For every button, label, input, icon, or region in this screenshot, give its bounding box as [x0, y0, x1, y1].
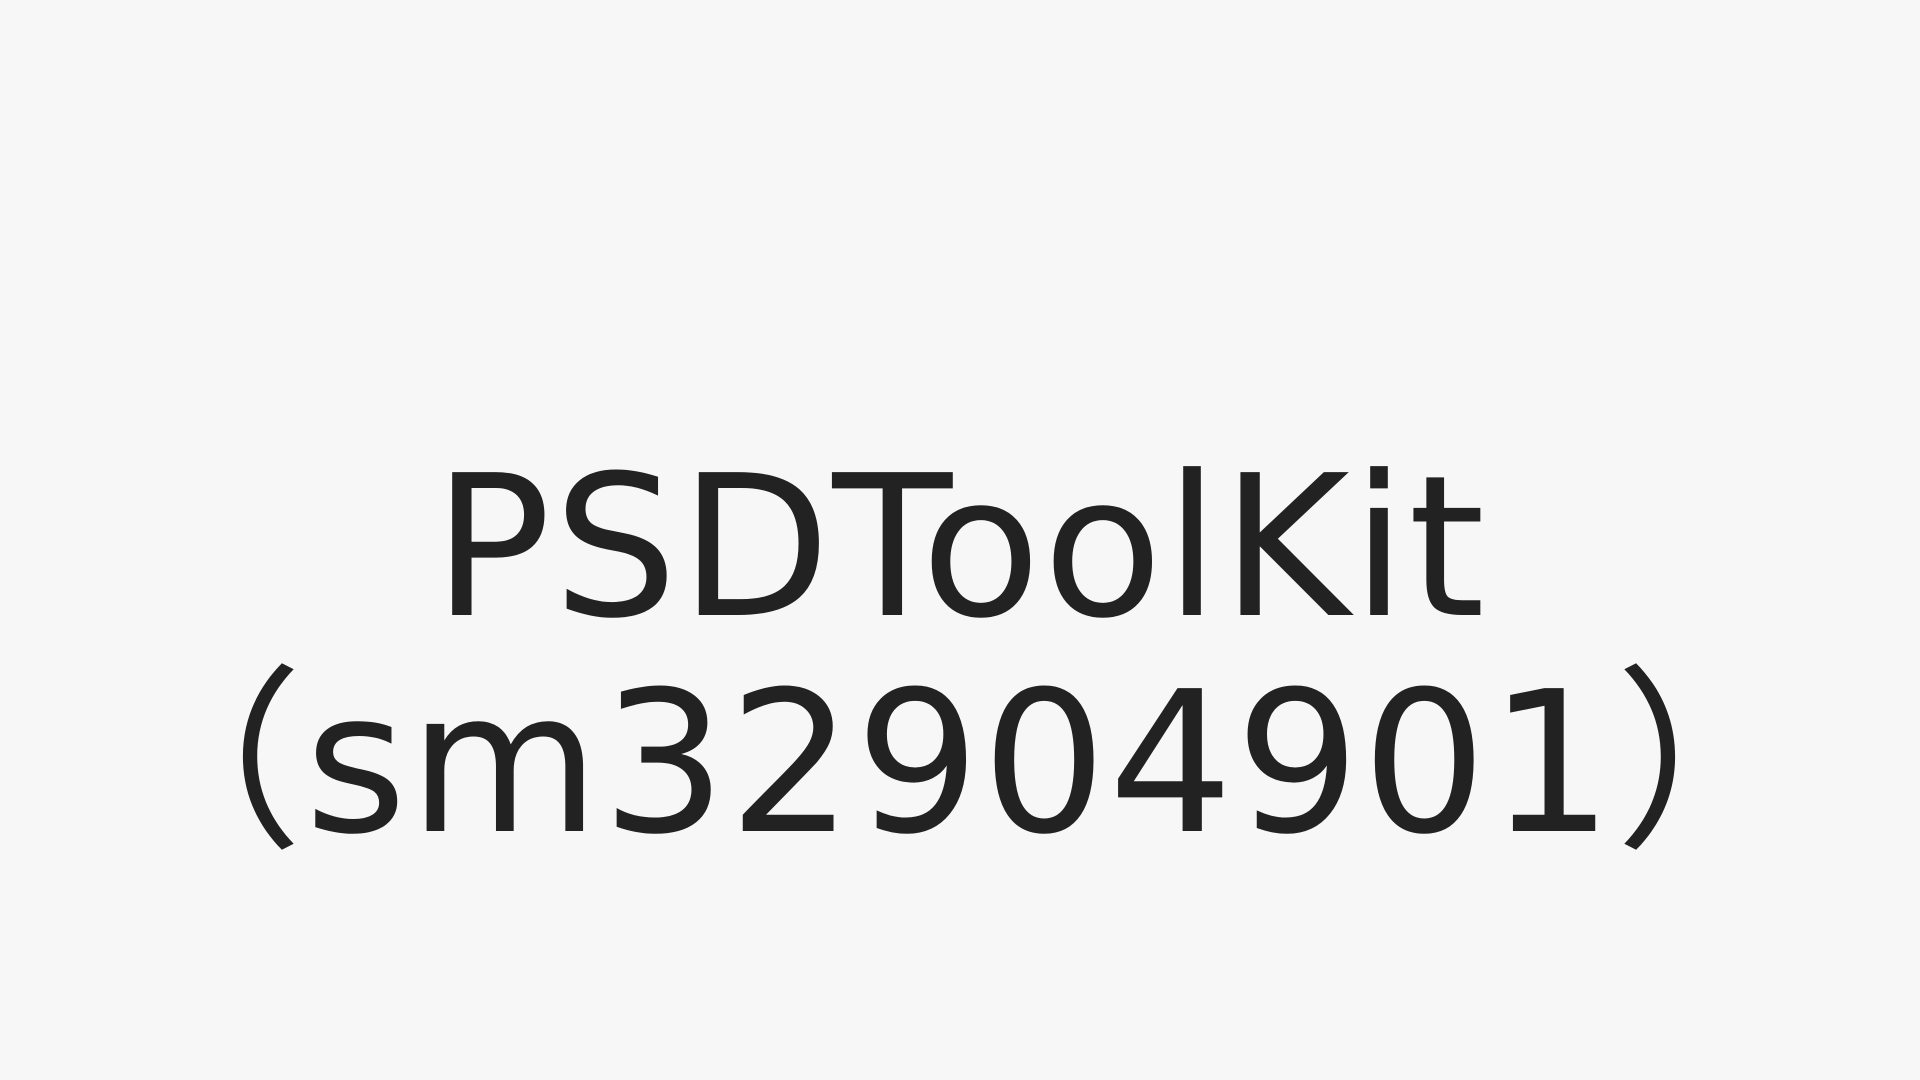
- title-card: PSDToolKit （sm32904901）: [0, 0, 1920, 1080]
- title-line-video-id: （sm32904901）: [106, 650, 1814, 878]
- title-line-name: PSDToolKit: [432, 434, 1488, 662]
- title-text-block: PSDToolKit （sm32904901）: [0, 440, 1920, 872]
